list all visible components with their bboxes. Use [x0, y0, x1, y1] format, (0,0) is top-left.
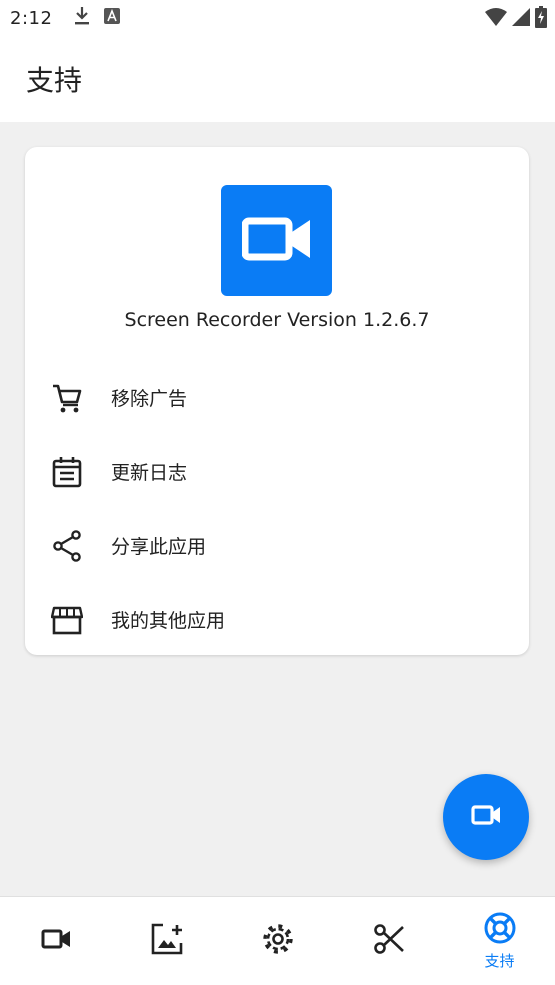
- nav-item-gallery[interactable]: [111, 897, 222, 985]
- share-icon: [51, 530, 83, 562]
- nav-item-support[interactable]: 支持: [444, 897, 555, 985]
- cart-icon: [51, 382, 83, 414]
- menu-item-share-app[interactable]: 分享此应用: [25, 515, 529, 575]
- scissors-icon: [373, 923, 405, 959]
- video-camera-icon: [41, 928, 71, 954]
- video-camera-icon: [471, 805, 501, 829]
- menu-item-other-apps[interactable]: 我的其他应用: [25, 589, 529, 649]
- app-logo: [221, 185, 332, 296]
- status-time: 2:12: [10, 7, 53, 29]
- version-text: Screen Recorder Version 1.2.6.7: [124, 309, 430, 331]
- support-card: Screen Recorder Version 1.2.6.7 移除广告 更新日…: [25, 147, 529, 655]
- nav-label-support: 支持: [484, 951, 515, 970]
- menu-item-label: 分享此应用: [111, 535, 207, 558]
- menu-item-changelog[interactable]: 更新日志: [25, 441, 529, 501]
- a-app-icon: [104, 8, 121, 28]
- app-bar: 支持: [0, 36, 555, 122]
- menu-item-label: 更新日志: [111, 461, 188, 484]
- wifi-icon: [485, 7, 507, 31]
- store-icon: [51, 604, 83, 636]
- signal-icon: [511, 7, 531, 31]
- nav-item-settings[interactable]: [222, 897, 333, 985]
- status-bar: 2:12: [0, 0, 555, 36]
- nav-item-editor[interactable]: [333, 897, 444, 985]
- download-icon: [74, 6, 90, 30]
- settings-gear-icon: [262, 923, 294, 959]
- page-title: 支持: [26, 64, 83, 97]
- calendar-icon: [51, 456, 83, 488]
- video-camera-icon: [241, 216, 312, 266]
- bottom-navigation: 支持: [0, 896, 555, 985]
- menu-item-label: 移除广告: [111, 387, 188, 410]
- menu-item-label: 我的其他应用: [111, 609, 226, 632]
- gallery-icon: [151, 923, 183, 959]
- support-lifebuoy-icon: [484, 912, 516, 948]
- record-fab-button[interactable]: [443, 774, 529, 860]
- battery-charging-icon: [535, 6, 547, 32]
- nav-item-record[interactable]: [0, 897, 111, 985]
- menu-item-remove-ads[interactable]: 移除广告: [25, 367, 529, 427]
